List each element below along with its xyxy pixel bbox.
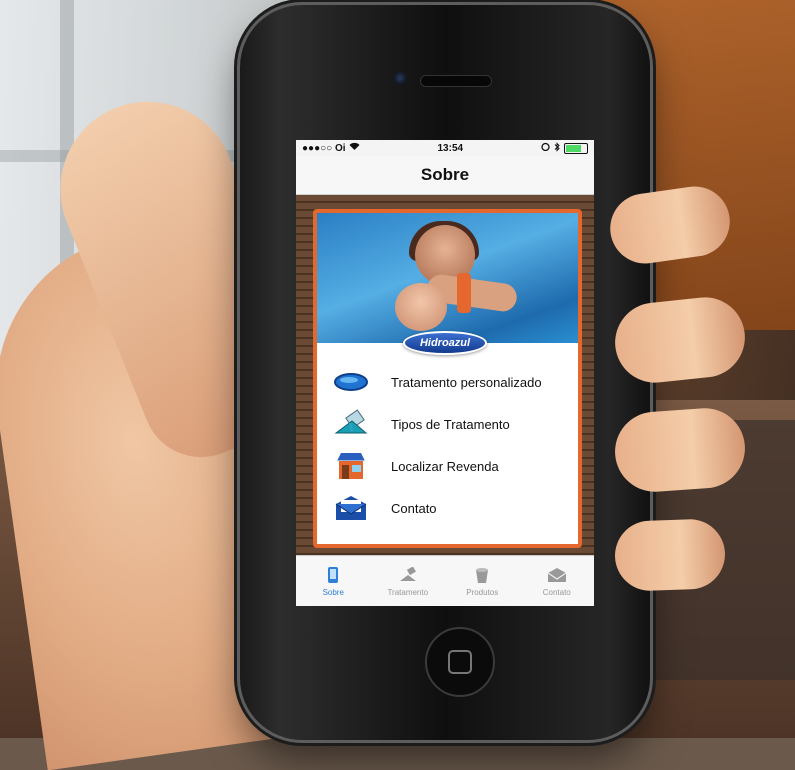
menu-item-label: Tipos de Tratamento <box>391 416 510 432</box>
mail-icon <box>333 493 369 523</box>
wifi-icon <box>349 142 360 154</box>
status-time: 13:54 <box>437 142 464 154</box>
bluetooth-icon <box>554 141 560 155</box>
pool-icon <box>333 367 369 397</box>
envelope-icon <box>546 565 568 585</box>
status-bar: ●●●○○ Oi 13:54 <box>296 140 594 156</box>
main-card: Hidroazul Tratamento personalizado Tipos… <box>313 209 582 548</box>
hand-finger-ring <box>612 405 748 495</box>
tab-bar: Sobre Tratamento Produtos Contato <box>296 555 594 606</box>
page-title: Sobre <box>296 156 594 195</box>
menu-item-label: Contato <box>391 500 437 516</box>
home-button[interactable] <box>425 627 495 697</box>
earpiece-speaker <box>420 75 492 87</box>
bucket-icon <box>471 565 493 585</box>
baby-face <box>395 283 447 331</box>
menu-item-contato[interactable]: Contato <box>317 487 578 529</box>
tab-sobre[interactable]: Sobre <box>296 556 371 606</box>
menu-item-tipos-de-tratamento[interactable]: Tipos de Tratamento <box>317 403 578 445</box>
store-icon <box>333 451 369 481</box>
front-camera <box>393 71 407 85</box>
menu-item-label: Tratamento personalizado <box>391 374 542 390</box>
tab-label: Produtos <box>466 588 499 597</box>
chemical-pour-icon <box>333 409 369 439</box>
menu-item-label: Localizar Revenda <box>391 458 499 474</box>
pour-icon <box>397 565 419 585</box>
menu-item-tratamento-personalizado[interactable]: Tratamento personalizado <box>317 361 578 403</box>
battery-icon <box>564 142 588 154</box>
tab-contato[interactable]: Contato <box>520 556 595 606</box>
main-menu: Tratamento personalizado Tipos de Tratam… <box>317 343 578 529</box>
home-square-icon <box>448 650 472 674</box>
tab-label: Sobre <box>322 588 344 597</box>
hand-finger-pinky <box>613 518 727 592</box>
hero-image: Hidroazul <box>317 213 578 355</box>
tab-tratamento[interactable]: Tratamento <box>371 556 446 606</box>
hidroazul-logo: Hidroazul <box>403 331 487 355</box>
alarm-icon <box>541 142 550 154</box>
tab-produtos[interactable]: Produtos <box>445 556 520 606</box>
carrier-label: ●●●○○ Oi <box>302 142 346 154</box>
phone-icon <box>322 565 344 585</box>
phone-screen: ●●●○○ Oi 13:54 Sobre Hidroazul Tratament… <box>296 140 594 606</box>
menu-item-localizar-revenda[interactable]: Localizar Revenda <box>317 445 578 487</box>
tab-label: Contato <box>542 588 571 597</box>
swimsuit-strap <box>457 273 471 313</box>
wood-deck-background: Hidroazul Tratamento personalizado Tipos… <box>296 195 594 556</box>
tab-label: Tratamento <box>387 588 429 597</box>
